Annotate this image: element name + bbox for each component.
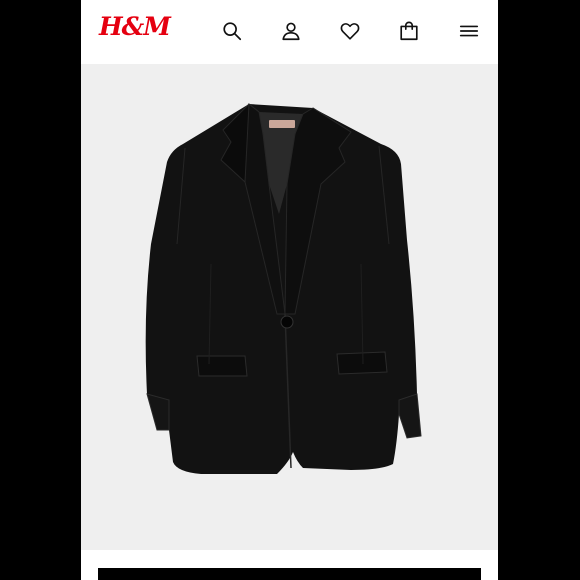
right-pocket-flap [336, 351, 388, 375]
blazer-product-image [145, 103, 422, 474]
menu-icon[interactable] [458, 20, 480, 42]
mobile-page: H&M [81, 0, 498, 580]
shopping-bag-icon[interactable] [398, 20, 420, 42]
blazer-button [280, 315, 294, 329]
product-image-area[interactable] [81, 64, 498, 550]
hm-logo[interactable]: H&M [99, 14, 171, 39]
add-to-bag-button[interactable] [98, 568, 481, 580]
account-icon[interactable] [280, 20, 302, 42]
brand-label [269, 120, 295, 128]
letterbox-frame: H&M [0, 0, 580, 580]
bottom-bar [81, 550, 498, 580]
left-pocket-flap [196, 355, 248, 377]
search-icon[interactable] [221, 20, 243, 42]
top-navigation-bar: H&M [81, 0, 498, 64]
favorites-icon[interactable] [339, 20, 361, 42]
